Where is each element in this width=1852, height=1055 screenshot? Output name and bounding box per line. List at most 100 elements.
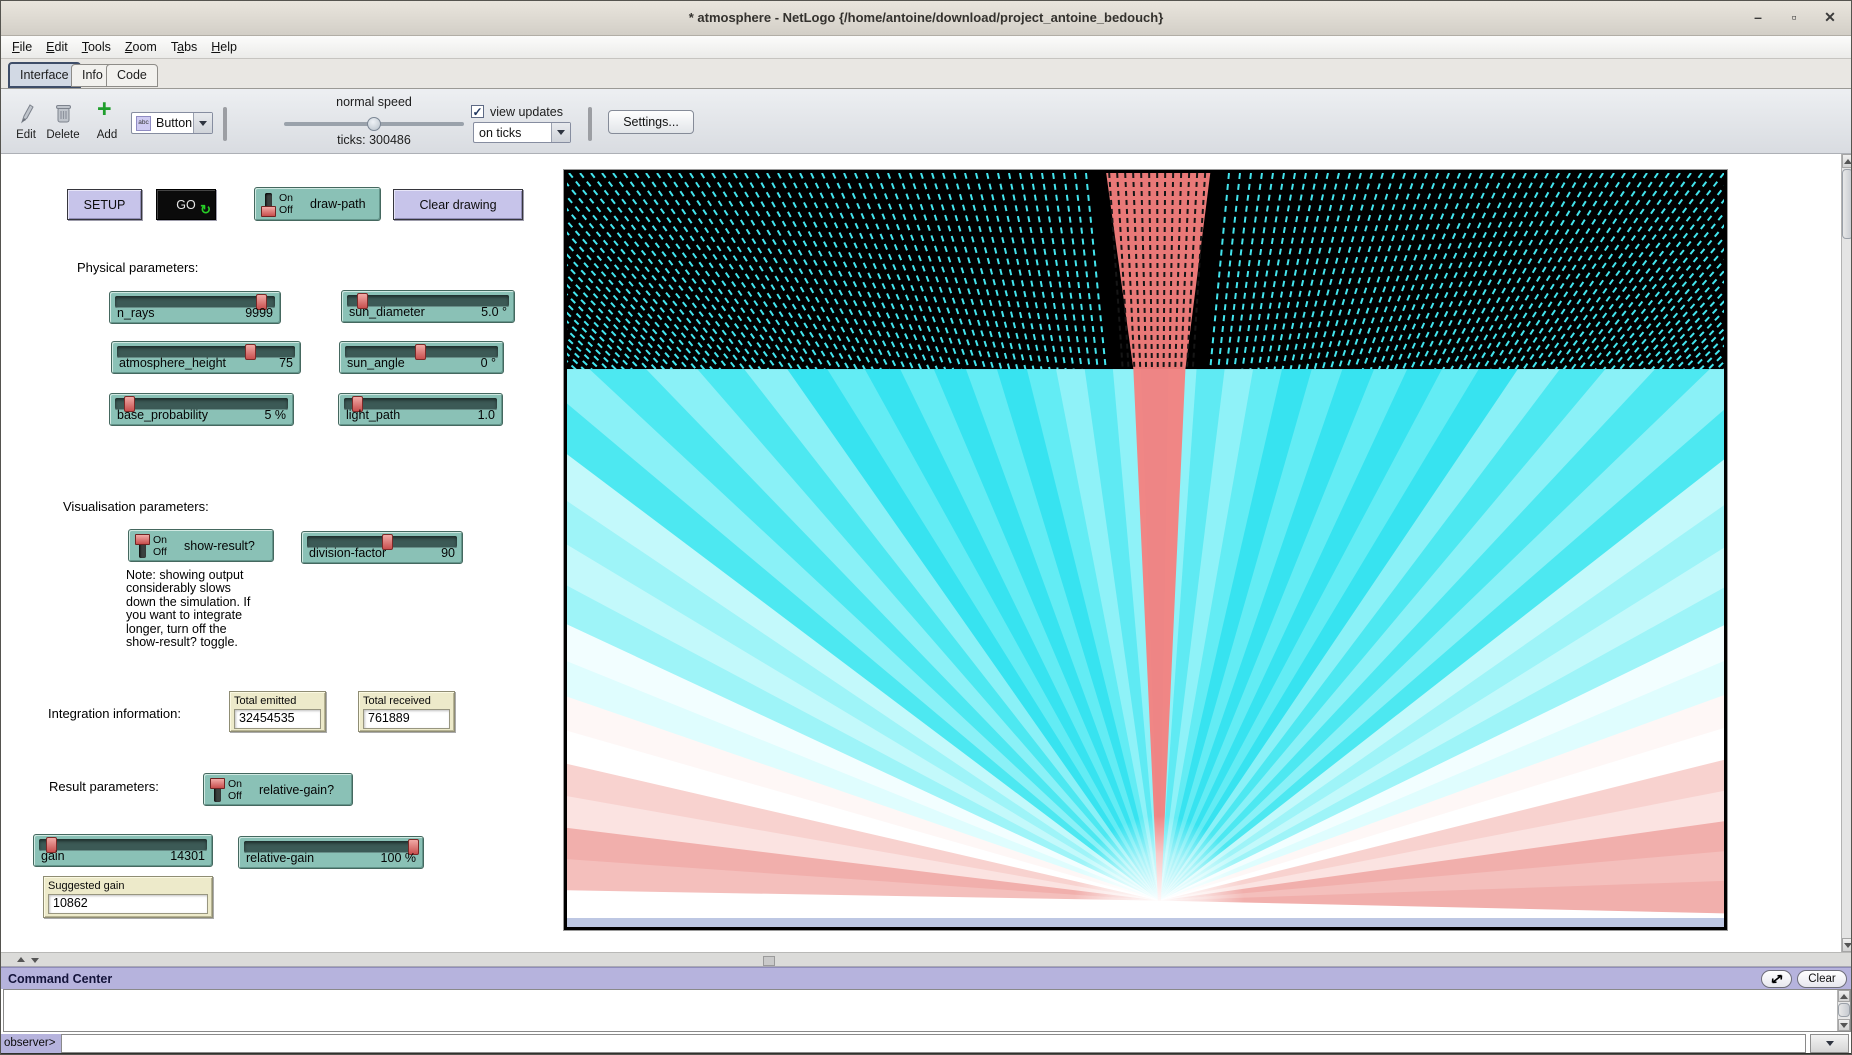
switch-draw-path[interactable]: OnOff draw-path — [254, 187, 381, 221]
window-controls: – ▫ ✕ — [1749, 7, 1839, 27]
go-button[interactable]: GO ↻ — [156, 189, 216, 220]
monitor-suggested-gain: Suggested gain 10862 — [43, 876, 213, 918]
slider-division-factor[interactable]: division-factor90 — [301, 531, 463, 564]
switch-lever[interactable] — [261, 192, 276, 218]
slider-gain[interactable]: gain14301 — [33, 834, 213, 867]
update-mode-value: on ticks — [474, 126, 551, 140]
slider-sun-angle[interactable]: sun_angle0 ° — [339, 341, 504, 374]
observer-prompt[interactable]: observer> — [1, 1034, 61, 1053]
command-center-title: Command Center — [8, 972, 112, 986]
interface-vertical-scrollbar[interactable] — [1841, 154, 1852, 952]
slider-atmosphere-height[interactable]: atmosphere_height75 — [111, 341, 301, 374]
command-center-clear-button[interactable]: Clear — [1797, 970, 1847, 988]
visualisation-parameters-heading: Visualisation parameters: — [63, 499, 209, 514]
widget-type-dropdown[interactable]: abc Button — [131, 112, 213, 134]
menu-zoom[interactable]: Zoom — [118, 40, 164, 54]
maximize-button[interactable]: ▫ — [1785, 7, 1803, 27]
menu-help[interactable]: Help — [204, 40, 244, 54]
output-scrollbar[interactable] — [1837, 990, 1850, 1031]
menu-file[interactable]: File — [5, 40, 39, 54]
slider-name: n_rays — [117, 306, 155, 320]
menu-tools[interactable]: Tools — [75, 40, 118, 54]
add-plus-icon[interactable]: + — [97, 95, 112, 124]
delete-tool-label[interactable]: Delete — [43, 129, 83, 141]
monitor-label: Total received — [363, 695, 450, 707]
splitter-grip[interactable] — [763, 956, 775, 966]
widget-type-value: Button — [151, 116, 193, 130]
title-bar: * atmosphere - NetLogo {/home/antoine/do… — [1, 1, 1851, 36]
switch-label: show-result? — [184, 539, 255, 553]
physical-parameters-heading: Physical parameters: — [77, 260, 198, 275]
toolbar-separator — [223, 107, 227, 141]
menu-bar: FileEditToolsZoomTabsHelp — [1, 36, 1851, 59]
slider-value: 1.0 — [478, 408, 495, 422]
window-title: * atmosphere - NetLogo {/home/antoine/do… — [1, 10, 1851, 25]
slider-value: 75 — [279, 356, 293, 370]
button-widget-icon: abc — [136, 116, 151, 131]
toolbar-separator — [588, 107, 592, 141]
view-updates-label: view updates — [490, 105, 563, 119]
agent-type-dropdown[interactable] — [1810, 1034, 1849, 1053]
tab-interface[interactable]: Interface — [8, 62, 81, 88]
switch-on-off-labels: OnOff — [228, 778, 242, 802]
monitor-label: Total emitted — [234, 695, 321, 707]
tab-code[interactable]: Code — [106, 64, 158, 87]
forever-refresh-icon: ↻ — [200, 202, 211, 218]
toolbar: Edit Delete + Add abc Button normal spee… — [1, 89, 1851, 154]
settings-button[interactable]: Settings... — [608, 110, 694, 134]
switch-show-result[interactable]: OnOff show-result? — [128, 529, 274, 562]
expand-arrows-icon — [1770, 973, 1784, 985]
tab-row: Interface Info Code — [1, 59, 1851, 89]
add-tool-label[interactable]: Add — [93, 129, 121, 141]
slider-n-rays[interactable]: n_rays9999 — [109, 291, 281, 324]
slider-name: base_probability — [117, 408, 208, 422]
edit-pencil-icon[interactable] — [18, 102, 34, 126]
monitor-value: 32454535 — [234, 709, 321, 729]
setup-button[interactable]: SETUP — [67, 189, 142, 220]
netlogo-window: * atmosphere - NetLogo {/home/antoine/do… — [0, 0, 1852, 1055]
edit-tool-label[interactable]: Edit — [7, 129, 45, 141]
note-text: Note: showing output considerably slows … — [126, 569, 286, 649]
slider-value: 5 % — [264, 408, 286, 422]
scroll-up-icon[interactable] — [1838, 990, 1850, 1002]
delete-trash-icon[interactable] — [54, 101, 72, 126]
slider-name: division-factor — [309, 546, 386, 560]
speed-slider-thumb[interactable] — [367, 117, 381, 131]
slider-light-path[interactable]: light_path1.0 — [338, 393, 503, 426]
slider-sun-diameter[interactable]: sun_diameter5.0 ° — [341, 290, 515, 323]
splitter-collapse-up-icon[interactable] — [17, 957, 25, 962]
menu-edit[interactable]: Edit — [39, 40, 75, 54]
command-center-popout-button[interactable] — [1761, 970, 1792, 988]
scroll-down-icon[interactable] — [1842, 938, 1852, 952]
command-center-output — [3, 989, 1851, 1032]
monitor-value: 761889 — [363, 709, 450, 729]
monitor-total-received: Total received 761889 — [358, 691, 455, 732]
view-updates-checkbox[interactable]: ✓ — [471, 105, 484, 118]
world-view — [563, 169, 1728, 931]
switch-relative-gain[interactable]: OnOff relative-gain? — [203, 773, 353, 806]
scroll-up-icon[interactable] — [1842, 154, 1852, 168]
scroll-down-icon[interactable] — [1838, 1019, 1850, 1031]
speed-slider-label: normal speed — [284, 95, 464, 109]
monitor-label: Suggested gain — [48, 880, 208, 892]
slider-value: 5.0 ° — [481, 305, 507, 319]
slider-name: gain — [41, 849, 65, 863]
switch-lever[interactable] — [135, 534, 150, 559]
minimize-button[interactable]: – — [1749, 7, 1767, 27]
switch-lever[interactable] — [210, 778, 225, 803]
scrollbar-thumb[interactable] — [1842, 169, 1852, 239]
command-input[interactable] — [61, 1034, 1806, 1053]
slider-value: 0 ° — [481, 356, 496, 370]
splitter-collapse-down-icon[interactable] — [31, 958, 39, 963]
update-mode-dropdown[interactable]: on ticks — [473, 122, 571, 143]
slider-base-probability[interactable]: base_probability 5 % — [109, 393, 294, 426]
clear-drawing-button[interactable]: Clear drawing — [393, 189, 523, 220]
menu-tabs[interactable]: Tabs — [164, 40, 204, 54]
slider-name: relative-gain — [246, 851, 314, 865]
command-center-splitter[interactable] — [1, 952, 1851, 967]
result-parameters-heading: Result parameters: — [49, 779, 159, 794]
integration-information-heading: Integration information: — [48, 706, 181, 721]
close-button[interactable]: ✕ — [1821, 7, 1839, 27]
scrollbar-thumb[interactable] — [1838, 1003, 1850, 1017]
slider-relative-gain[interactable]: relative-gain100 % — [238, 836, 424, 869]
